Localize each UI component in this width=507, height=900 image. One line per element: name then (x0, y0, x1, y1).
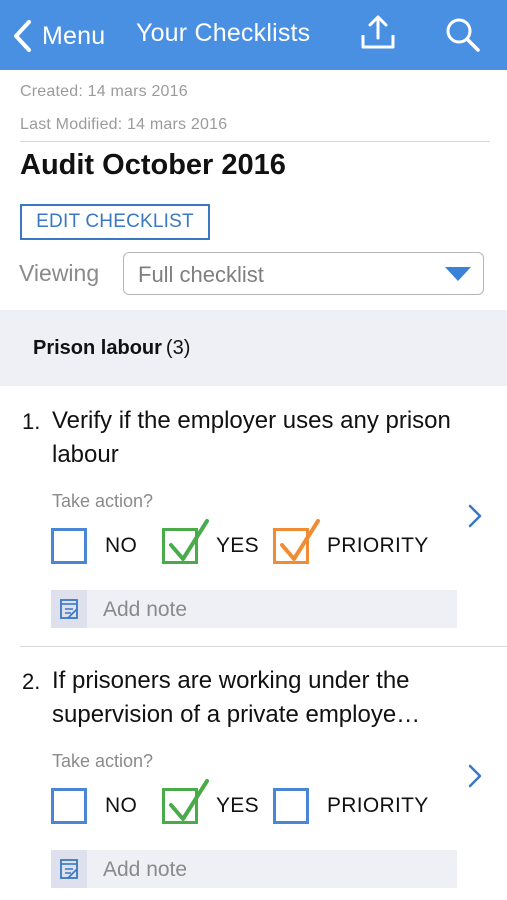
viewing-label: Viewing (19, 260, 100, 286)
back-button-label: Menu (42, 21, 106, 50)
yes-label: YES (216, 794, 259, 817)
checkmark-icon (280, 519, 320, 561)
page-title: Audit October 2016 (20, 149, 286, 181)
note-icon (60, 859, 78, 879)
viewing-dropdown[interactable]: Full checklist (123, 252, 484, 295)
divider (20, 141, 490, 142)
nav-bar: Menu Your Checklists (0, 0, 507, 70)
section-title: Prison labour (33, 337, 162, 359)
option-no[interactable]: NO (51, 786, 137, 826)
note-icon (60, 599, 78, 619)
nav-title: Your Checklists (136, 19, 311, 47)
yes-label: YES (216, 534, 259, 557)
yes-checkbox[interactable] (162, 779, 209, 824)
add-note-field[interactable]: Add note (51, 850, 457, 888)
no-checkbox[interactable] (51, 788, 87, 824)
priority-label: PRIORITY (327, 534, 429, 557)
item-number: 1. (22, 409, 41, 434)
chevron-left-icon (14, 20, 31, 52)
add-note-placeholder: Add note (103, 858, 188, 881)
edit-checklist-button[interactable]: EDIT CHECKLIST (20, 204, 210, 240)
item-number: 2. (22, 669, 41, 694)
take-action-label: Take action? (52, 751, 154, 771)
share-icon (361, 15, 395, 49)
option-yes[interactable]: YES (162, 779, 259, 826)
option-priority[interactable]: PRIORITY (273, 786, 429, 826)
search-button[interactable] (442, 15, 482, 55)
viewing-selected-value: Full checklist (138, 262, 264, 287)
caret-down-icon (445, 267, 471, 281)
section-count: (3) (165, 337, 191, 359)
option-priority[interactable]: PRIORITY (273, 519, 429, 566)
search-icon (446, 18, 480, 52)
priority-label: PRIORITY (327, 794, 429, 817)
priority-checkbox[interactable] (273, 519, 320, 564)
add-note-placeholder: Add note (103, 598, 188, 621)
item-question[interactable]: If prisoners are working under the super… (52, 664, 482, 732)
checkmark-icon (169, 779, 209, 821)
option-no[interactable]: NO (51, 526, 137, 566)
back-button[interactable]: Menu (10, 16, 105, 56)
chevron-right-icon[interactable] (464, 763, 486, 789)
no-checkbox[interactable] (51, 528, 87, 564)
yes-checkbox[interactable] (162, 519, 209, 564)
section-header[interactable]: Prison labour (3) (0, 310, 507, 386)
chevron-right-icon[interactable] (464, 503, 486, 529)
share-button[interactable] (358, 14, 398, 54)
checkmark-icon (169, 519, 209, 561)
modified-date: Last Modified: 14 mars 2016 (20, 116, 228, 133)
no-label: NO (105, 534, 138, 557)
item-question[interactable]: Verify if the employer uses any prison l… (52, 404, 482, 472)
no-label: NO (105, 794, 138, 817)
divider (20, 646, 507, 647)
priority-checkbox[interactable] (273, 788, 309, 824)
add-note-field[interactable]: Add note (51, 590, 457, 628)
created-date: Created: 14 mars 2016 (20, 83, 188, 100)
option-yes[interactable]: YES (162, 519, 259, 566)
take-action-label: Take action? (52, 491, 154, 511)
